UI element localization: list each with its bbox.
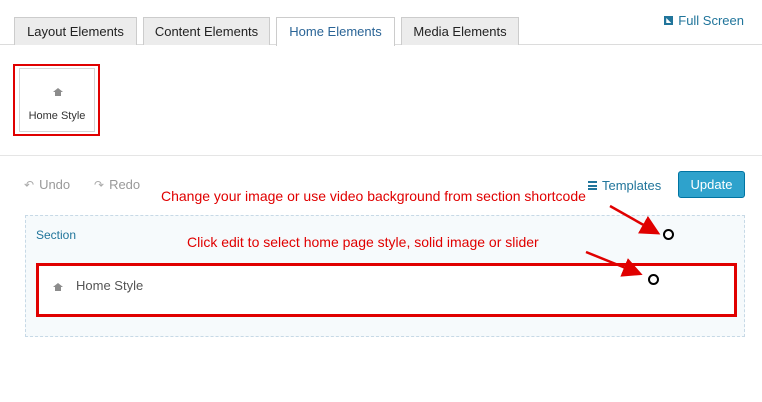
row-edit-marker[interactable] bbox=[648, 274, 659, 285]
arrow-to-row-edit bbox=[585, 250, 643, 277]
section-edit-marker[interactable] bbox=[663, 229, 674, 240]
annotation-arrows bbox=[585, 204, 661, 277]
arrow-to-section-edit bbox=[609, 204, 661, 235]
